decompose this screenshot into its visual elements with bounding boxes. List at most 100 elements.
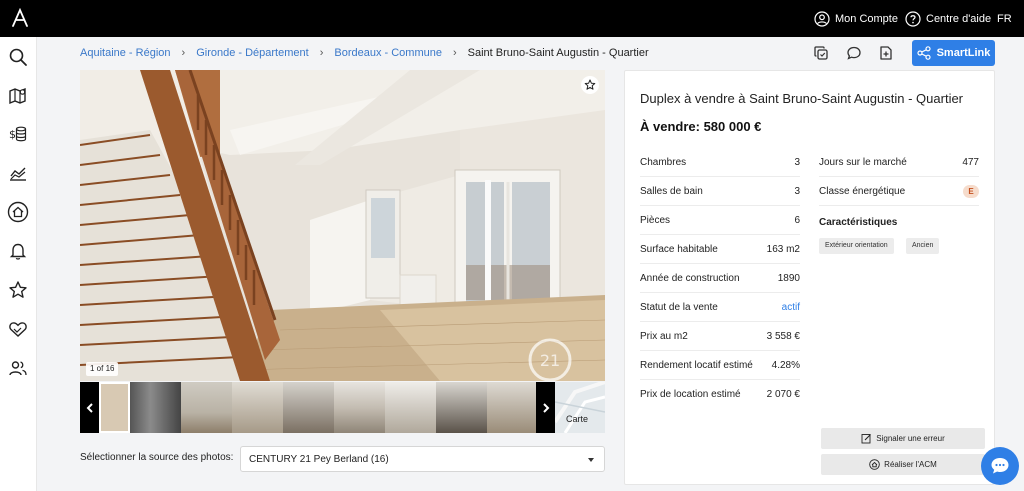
map-preview-icon — [555, 382, 605, 433]
breadcrumb-region-link[interactable]: Aquitaine - Région — [80, 47, 171, 59]
photo-counter: 1 of 16 — [86, 362, 119, 376]
star-outline-icon — [584, 79, 596, 90]
chat-support-button[interactable] — [981, 447, 1019, 485]
share-icon — [916, 46, 931, 60]
svg-text:$: $ — [9, 128, 16, 141]
feature-value: 477 — [962, 156, 979, 168]
account-menu[interactable]: Mon Compte — [814, 0, 898, 37]
top-bar: Mon Compte Centre d'aide FR — [0, 0, 1024, 37]
breadcrumb: Aquitaine - Région › Gironde - Départeme… — [80, 45, 649, 61]
feature-row: Statut de la vente actif — [640, 293, 800, 322]
listing-title: Duplex à vendre à Saint Bruno-Saint Augu… — [640, 91, 964, 106]
home-search-icon[interactable] — [7, 201, 29, 223]
chevron-down-icon — [588, 458, 594, 462]
breadcrumb-separator: › — [181, 47, 186, 59]
copy-icon[interactable] — [812, 44, 830, 62]
feature-row: Surface habitable 163 m2 — [640, 235, 800, 264]
feature-row: Salles de bain 3 — [640, 177, 800, 206]
market-chart-icon[interactable] — [7, 162, 29, 184]
map-thumbnail[interactable] — [555, 382, 605, 433]
feature-value: 163 m2 — [766, 243, 800, 255]
handshake-heart-icon[interactable] — [7, 318, 29, 340]
bell-icon[interactable] — [7, 240, 29, 262]
feature-row: Classe énergétique E — [819, 177, 979, 206]
user-circle-icon — [814, 10, 830, 27]
feature-value: 3 — [794, 156, 800, 168]
feature-label: Salles de bain — [640, 185, 703, 197]
energy-class-badge: E — [963, 184, 979, 198]
thumbnail[interactable] — [99, 382, 130, 433]
feature-row: Année de construction 1890 — [640, 264, 800, 293]
feature-value: 3 — [794, 185, 800, 197]
app-logo-icon[interactable] — [10, 7, 30, 28]
home-estimate-icon — [869, 459, 880, 470]
feature-value: 6 — [794, 214, 800, 226]
account-label: Mon Compte — [835, 12, 898, 25]
photo-source-label: Sélectionner la source des photos: — [80, 452, 234, 463]
feature-label: Surface habitable — [640, 243, 718, 255]
feature-label: Classe énergétique — [819, 185, 906, 197]
edit-icon — [861, 434, 872, 444]
report-error-label: Signaler une erreur — [876, 434, 945, 443]
help-circle-icon — [905, 10, 921, 27]
photo-source-select[interactable]: CENTURY 21 Pey Berland (16) — [240, 446, 605, 472]
language-selector[interactable]: FR — [997, 0, 1012, 37]
feature-label: Prix de location estimé — [640, 389, 741, 400]
thumbnail[interactable] — [487, 382, 538, 433]
feature-label: Chambres — [640, 156, 687, 168]
thumbnail-strip — [80, 382, 555, 433]
thumbnail[interactable] — [232, 382, 283, 433]
feature-value: 2 070 € — [766, 389, 800, 400]
thumbnail-next-button[interactable] — [536, 382, 555, 433]
thumbnail[interactable] — [385, 382, 436, 433]
thumbnail[interactable] — [130, 382, 181, 433]
breadcrumb-separator: › — [319, 47, 324, 59]
thumbnail[interactable] — [181, 382, 232, 433]
feature-row: Prix de location estimé 2 070 € — [640, 380, 800, 409]
feature-row: Prix au m2 3 558 € — [640, 322, 800, 351]
favorite-star-button[interactable] — [581, 76, 599, 94]
feature-label: Rendement locatif estimé — [640, 359, 753, 371]
star-icon[interactable] — [7, 279, 29, 301]
feature-row: Jours sur le marché 477 — [819, 148, 979, 177]
report-error-button[interactable]: Signaler une erreur — [821, 428, 985, 449]
thumbnail[interactable] — [334, 382, 385, 433]
listing-price: À vendre: 580 000 € — [640, 119, 762, 134]
help-label: Centre d'aide — [926, 12, 992, 25]
finance-coins-icon[interactable]: $ — [7, 123, 29, 145]
help-center-link[interactable]: Centre d'aide — [905, 0, 991, 37]
chat-bubble-icon — [991, 458, 1009, 474]
thumbnail[interactable] — [436, 382, 487, 433]
feature-row: Pièces 6 — [640, 206, 800, 235]
thumbnail-prev-button[interactable] — [80, 382, 99, 433]
acm-button[interactable]: Réaliser l'ACM — [821, 454, 985, 475]
feature-value: 1890 — [777, 272, 800, 284]
thumbnail[interactable] — [283, 382, 334, 433]
map-pin-icon[interactable] — [7, 84, 29, 106]
sidebar: $ — [0, 37, 37, 491]
breadcrumb-department-link[interactable]: Gironde - Département — [196, 47, 309, 59]
search-icon[interactable] — [7, 46, 29, 68]
characteristics-title: Caractéristiques — [819, 217, 898, 228]
feature-value: 3 558 € — [766, 330, 800, 342]
add-document-icon[interactable] — [877, 44, 895, 62]
language-label: FR — [997, 12, 1012, 25]
acm-label: Réaliser l'ACM — [884, 460, 937, 469]
feature-label: Jours sur le marché — [819, 156, 907, 168]
smartlink-label: SmartLink — [936, 47, 991, 59]
smartlink-button[interactable]: SmartLink — [912, 40, 995, 66]
comment-icon[interactable] — [845, 44, 863, 62]
feature-row: Chambres 3 — [640, 148, 800, 177]
feature-value: 4.28% — [771, 359, 800, 371]
sale-status-link[interactable]: actif — [782, 302, 800, 313]
chevron-left-icon — [86, 402, 93, 413]
users-icon[interactable] — [7, 357, 29, 379]
feature-label: Statut de la vente — [640, 301, 718, 313]
svg-text:21: 21 — [540, 351, 560, 370]
map-label: Carte — [566, 414, 589, 424]
characteristic-tag: Ancien — [906, 238, 940, 254]
main-photo[interactable]: 21 — [80, 70, 605, 381]
photo-source-value: CENTURY 21 Pey Berland (16) — [249, 453, 389, 465]
chevron-right-icon — [542, 402, 549, 413]
breadcrumb-commune-link[interactable]: Bordeaux - Commune — [334, 47, 442, 59]
